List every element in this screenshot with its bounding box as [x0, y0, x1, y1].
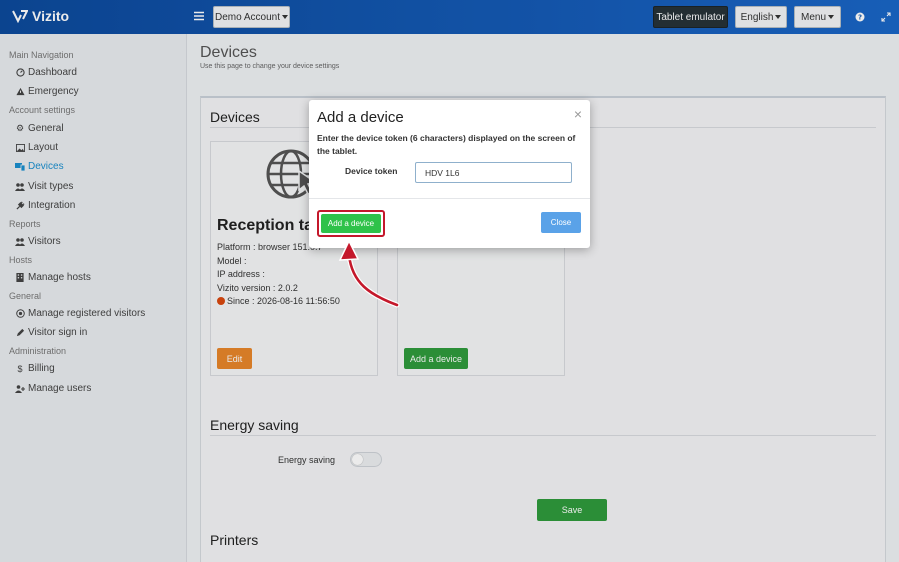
pointer-arrow-icon: [338, 239, 400, 308]
add-device-button[interactable]: Add a device: [321, 214, 381, 233]
device-token-input[interactable]: [415, 162, 572, 183]
modal-backdrop[interactable]: [0, 0, 899, 562]
modal-title: Add a device: [317, 109, 404, 126]
add-device-highlight: Add a device: [317, 210, 385, 237]
add-device-modal: Add a device × Enter the device token (6…: [309, 100, 590, 248]
modal-divider: [309, 198, 590, 199]
close-button-label: Close: [550, 218, 572, 227]
device-token-label: Device token: [345, 166, 398, 176]
close-icon[interactable]: ×: [574, 106, 582, 122]
modal-instructions: Enter the device token (6 characters) di…: [317, 133, 576, 156]
close-button[interactable]: Close: [541, 212, 581, 233]
